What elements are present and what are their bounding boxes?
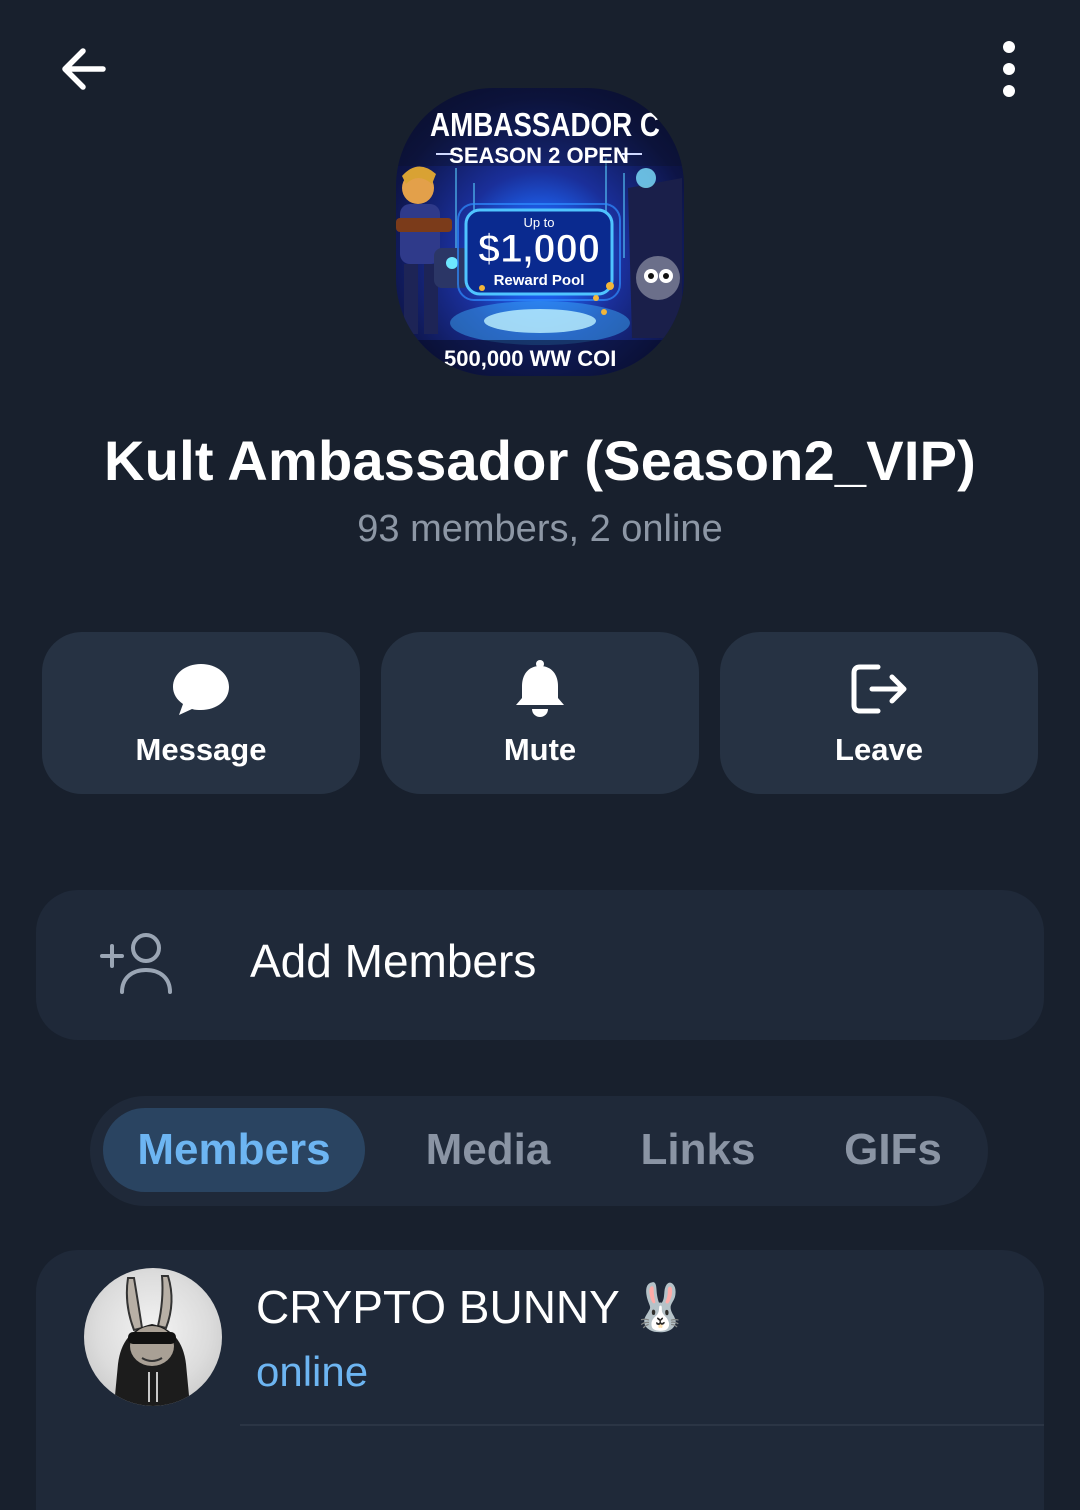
logout-icon [851, 664, 907, 714]
group-avatar[interactable]: AMBASSADOR C SEASON 2 OPEN Up to $1,000 … [396, 88, 684, 376]
more-options-button[interactable] [970, 30, 1048, 108]
avatar-pool-text: Reward Pool [494, 272, 585, 289]
member-name: CRYPTO BUNNY 🐰 [256, 1281, 690, 1333]
mute-button[interactable]: Mute [381, 632, 699, 794]
more-vertical-icon [1003, 41, 1015, 97]
avatar-amount-text: $1,000 [478, 227, 600, 271]
divider [240, 1424, 1044, 1426]
message-button[interactable]: Message [42, 632, 360, 794]
bell-icon [516, 660, 564, 717]
mute-button-label: Mute [503, 732, 577, 767]
profile-tabs: Members Media Links GIFs [90, 1096, 988, 1206]
tab-links[interactable]: Links [610, 1108, 786, 1192]
chat-bubble-icon [173, 664, 229, 715]
arrow-left-icon [62, 48, 106, 90]
add-user-icon [100, 933, 172, 994]
leave-button[interactable]: Leave [720, 632, 1038, 794]
action-buttons: Message Mute Leave [42, 632, 1038, 794]
member-list-item[interactable]: CRYPTO BUNNY 🐰 online [36, 1250, 1044, 1428]
avatar-season-text: SEASON 2 OPEN [449, 143, 629, 168]
avatar-coins-text: 500,000 WW COI [444, 346, 616, 371]
right-owl-figure [628, 168, 682, 338]
avatar-title-text: AMBASSADOR C [430, 106, 660, 143]
members-list: CRYPTO BUNNY 🐰 online [36, 1250, 1044, 1510]
message-button-label: Message [135, 732, 267, 767]
add-members-label: Add Members [250, 935, 537, 987]
tab-media[interactable]: Media [390, 1108, 586, 1192]
leave-button-label: Leave [835, 732, 923, 767]
member-count-status: 93 members, 2 online [357, 508, 723, 550]
member-status: online [256, 1348, 369, 1395]
tab-gifs[interactable]: GIFs [810, 1108, 976, 1192]
bunny-figure [114, 1275, 190, 1406]
back-button[interactable] [44, 30, 122, 108]
avatar[interactable] [84, 1268, 222, 1406]
group-title: Kult Ambassador (Season2_VIP) [104, 429, 976, 492]
add-members-button[interactable]: Add Members [36, 890, 1044, 1040]
tab-members[interactable]: Members [103, 1108, 365, 1192]
